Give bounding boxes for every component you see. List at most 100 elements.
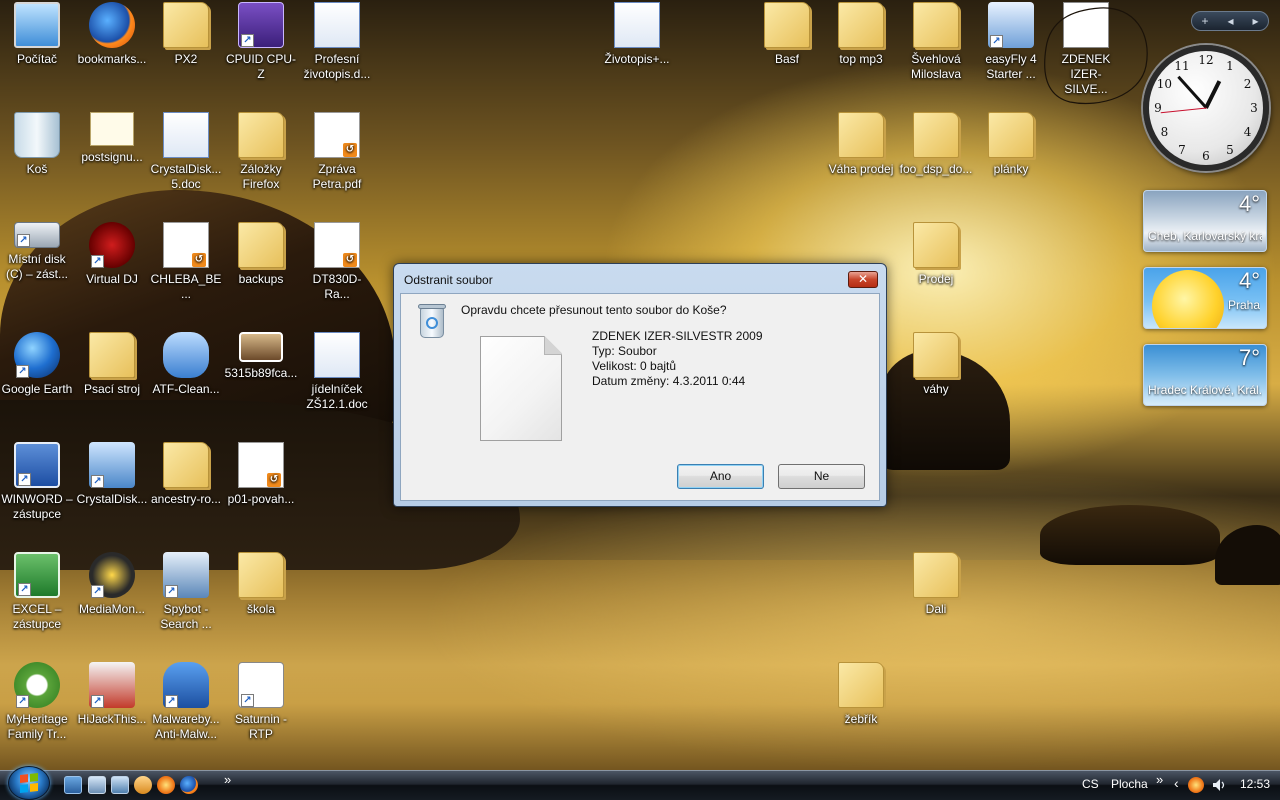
desktop-icon[interactable]: Záložky Firefox xyxy=(224,112,298,192)
weather-gadget-hradec[interactable]: 7° Hradec Králové, Král... xyxy=(1143,344,1267,406)
desktop-icon[interactable]: bookmarks... xyxy=(75,2,149,67)
explorer-icon[interactable] xyxy=(111,776,129,794)
desktop-icon[interactable]: ↗ EXCEL – zástupce xyxy=(0,552,74,632)
desktop-icon-label: Prodej xyxy=(918,272,954,286)
desktop-icon[interactable]: Švehlová Miloslava xyxy=(899,2,973,82)
desktop-icon[interactable]: ↗ Místní disk (C) – zást... xyxy=(0,222,74,282)
desktop-icon-label: plánky xyxy=(993,162,1029,176)
desktop-icon[interactable]: ↗ easyFly 4 Starter ... xyxy=(974,2,1048,82)
desktop-icon[interactable]: Životopis+... xyxy=(600,2,674,67)
gadget-prev-button[interactable]: ◂ xyxy=(1227,14,1233,28)
language-indicator[interactable]: CS xyxy=(1082,777,1099,791)
desktop-icon[interactable]: Profesní životopis.d... xyxy=(300,2,374,82)
desktop-icon[interactable]: ↗ Saturnin - RTP xyxy=(224,662,298,742)
desktop-icon[interactable]: ↗ HiJackThis... xyxy=(75,662,149,727)
folder-icon xyxy=(838,112,884,158)
desktop-icon[interactable]: škola xyxy=(224,552,298,617)
desktop-icon[interactable]: váhy xyxy=(899,332,973,397)
desktop-icon[interactable]: ↗ Google Earth xyxy=(0,332,74,397)
desktop-icon[interactable]: CHLEBA_BE... xyxy=(149,222,223,302)
sunny-icon xyxy=(1152,270,1224,328)
clock-number: 7 xyxy=(1178,142,1186,157)
desktop-icon[interactable]: ↗ MyHeritage Family Tr... xyxy=(0,662,74,742)
dialog-question: Opravdu chcete přesunout tento soubor do… xyxy=(461,303,727,317)
shortcut-arrow-icon: ↗ xyxy=(18,473,31,486)
desktop-icon[interactable]: Dali xyxy=(899,552,973,617)
desktop-icon[interactable]: 5315b89fca... xyxy=(224,332,298,381)
desktop-icon[interactable]: ↗ WINWORD – zástupce xyxy=(0,442,74,522)
gadget-next-button[interactable]: ▸ xyxy=(1252,14,1258,28)
file-name: ZDENEK IZER-SILVESTR 2009 xyxy=(592,329,763,343)
folder-icon xyxy=(913,222,959,268)
weather-gadget-praha[interactable]: 4° Praha xyxy=(1143,267,1267,329)
desktop-icon[interactable]: žebřík xyxy=(824,662,898,727)
add-gadget-button[interactable]: + xyxy=(1201,14,1208,28)
no-button[interactable]: Ne xyxy=(778,464,865,489)
desktop-icon[interactable]: Počítač xyxy=(0,2,74,67)
window-switcher-icon[interactable] xyxy=(88,776,106,794)
desktop-icon[interactable]: backups xyxy=(224,222,298,287)
desktop-icon-label: Dali xyxy=(925,602,947,616)
desktop-icon[interactable]: Zpráva Petra.pdf xyxy=(300,112,374,192)
desktop-icon[interactable]: plánky xyxy=(974,112,1048,177)
clock-gadget[interactable]: 12 1 2 3 4 5 6 7 8 9 10 11 xyxy=(1143,45,1269,171)
clock-number: 3 xyxy=(1250,101,1258,115)
desktop-icon-label: Švehlová Miloslava xyxy=(910,52,961,81)
desktop-icon[interactable]: ↗ CrystalDisk... xyxy=(75,442,149,507)
desktop-icon[interactable]: ancestry-ro... xyxy=(149,442,223,507)
desktop-icon[interactable]: postsignu... xyxy=(75,112,149,165)
folder-icon xyxy=(238,222,284,268)
weather-gadget-cheb[interactable]: 4° Cheb, Karlovarský kraj xyxy=(1143,190,1267,252)
shortcut-arrow-icon: ↗ xyxy=(990,35,1003,48)
desktop-icon[interactable]: ↗ MediaMon... xyxy=(75,552,149,617)
media-player-icon[interactable] xyxy=(134,776,152,794)
desktop-icon[interactable]: Psací stroj xyxy=(75,332,149,397)
desktop-icon-label: CrystalDisk... xyxy=(76,492,148,506)
tray-expand-button[interactable]: ‹ xyxy=(1174,775,1179,791)
desktop-icon-label: p01-povah... xyxy=(227,492,295,506)
avast-icon[interactable] xyxy=(157,776,175,794)
folder-icon xyxy=(913,332,959,378)
certificate-icon xyxy=(90,112,134,146)
file-size: Velikost: 0 bajtů xyxy=(592,359,677,373)
desktop-icon[interactable]: CrystalDisk... 5.doc xyxy=(149,112,223,192)
weather-city: Hradec Králové, Král... xyxy=(1148,383,1262,397)
desktop-icon[interactable]: Koš xyxy=(0,112,74,177)
desktop-toolbar-more-button[interactable]: » xyxy=(1156,772,1163,787)
avast-tray-icon[interactable] xyxy=(1188,777,1204,793)
taskbar-clock[interactable]: 12:53 xyxy=(1240,777,1270,791)
desktop-icon[interactable]: top mp3 xyxy=(824,2,898,67)
desktop-icon[interactable]: ↗ Spybot - Search ... xyxy=(149,552,223,632)
desktop-icon[interactable]: ↗ Virtual DJ xyxy=(75,222,149,287)
desktop-icon[interactable]: ↗ Malwareby... Anti-Malw... xyxy=(149,662,223,742)
desktop-icon-label: MyHeritage Family Tr... xyxy=(6,712,68,741)
mediamonkey-icon: ↗ xyxy=(89,552,135,598)
quicklaunch-more-button[interactable]: » xyxy=(224,772,231,787)
desktop-icon-label: škola xyxy=(246,602,275,616)
excel-app-icon: ↗ xyxy=(14,552,60,598)
desktop-icon[interactable]: Prodej xyxy=(899,222,973,287)
desktop-icon[interactable]: DT830D-Ra... xyxy=(300,222,374,302)
desktop-icon-label: Virtual DJ xyxy=(86,272,138,286)
yes-button[interactable]: Ano xyxy=(677,464,764,489)
desktop-icon[interactable]: Váha prodej xyxy=(824,112,898,177)
gadget-toolbar: + ◂ ▸ xyxy=(1191,11,1269,31)
desktop-icon[interactable]: jídelníček ZŠ12.1.doc xyxy=(300,332,374,412)
start-button[interactable] xyxy=(8,766,50,800)
spybot-icon: ↗ xyxy=(163,552,209,598)
desktop-icon[interactable]: Basf xyxy=(750,2,824,67)
atf-clean-icon xyxy=(163,332,209,378)
desktop-icon[interactable]: PX2 xyxy=(149,2,223,67)
firefox-icon[interactable] xyxy=(180,776,198,794)
clock-hour-hand xyxy=(1204,80,1222,109)
desktop-icon[interactable]: p01-povah... xyxy=(224,442,298,507)
desktop-toolbar-label[interactable]: Plocha xyxy=(1111,777,1148,791)
volume-icon[interactable] xyxy=(1212,778,1228,792)
desktop-icon[interactable]: ATF-Clean... xyxy=(149,332,223,397)
show-desktop-icon[interactable] xyxy=(64,776,82,794)
close-button[interactable]: ✕ xyxy=(848,271,878,288)
desktop-icon[interactable]: ↗ CPUID CPU-Z xyxy=(224,2,298,82)
desktop-icon[interactable]: foo_dsp_do... xyxy=(899,112,973,177)
desktop-icon-label: žebřík xyxy=(844,712,878,726)
wallpaper-rock-right-3 xyxy=(1215,525,1280,585)
